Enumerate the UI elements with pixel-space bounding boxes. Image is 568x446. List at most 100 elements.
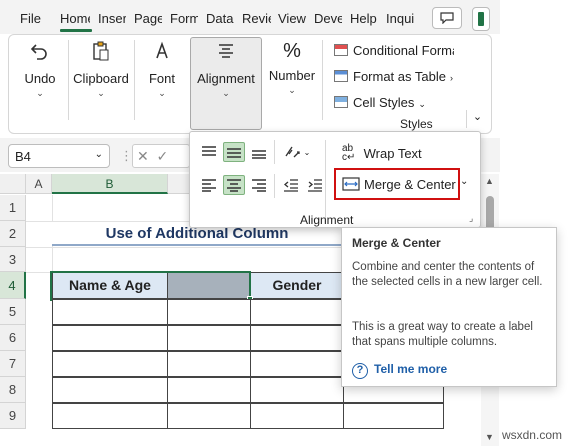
conditional-formatting-icon: [334, 44, 348, 56]
row-header-5[interactable]: 5: [0, 299, 26, 325]
tab-file[interactable]: File: [20, 11, 41, 26]
popup-divider: [274, 140, 275, 164]
table-cell[interactable]: [167, 325, 251, 351]
align-center-button[interactable]: [223, 175, 245, 195]
table-cell[interactable]: [250, 325, 344, 351]
table-cell[interactable]: [250, 299, 344, 325]
merge-center-button[interactable]: Merge & Center: [334, 168, 460, 200]
alignment-group-content[interactable]: Alignment ⌄: [190, 40, 262, 99]
column-header-b[interactable]: B: [52, 174, 168, 194]
clipboard-icon: [93, 41, 109, 61]
align-right-button[interactable]: [248, 175, 270, 195]
table-cell[interactable]: [52, 403, 168, 429]
tab-help[interactable]: Help: [350, 11, 380, 26]
bottom-align-button[interactable]: [248, 142, 270, 162]
share-icon: [478, 12, 484, 26]
table-cell[interactable]: [167, 403, 251, 429]
alignment-group-label: Alignment: [300, 213, 354, 227]
tab-inquire[interactable]: Inqui: [386, 11, 416, 26]
number-label: Number: [268, 68, 316, 83]
align-left-button[interactable]: [198, 175, 220, 195]
align-center-icon: [219, 44, 233, 58]
chevron-down-icon: ›: [449, 73, 453, 83]
merge-center-icon: [342, 177, 360, 194]
comments-button[interactable]: [432, 7, 462, 29]
decrease-indent-button[interactable]: [280, 175, 302, 195]
row-header-8[interactable]: 8: [0, 377, 26, 403]
dialog-launcher-icon[interactable]: ⌟: [469, 213, 473, 224]
row-header-6[interactable]: 6: [0, 325, 26, 351]
increase-indent-button[interactable]: [304, 175, 326, 195]
cell-styles-icon: [334, 96, 348, 108]
tab-formulas[interactable]: Form: [170, 11, 198, 26]
row-header-3[interactable]: 3: [0, 247, 26, 272]
table-cell[interactable]: [343, 403, 444, 429]
row-header-7[interactable]: 7: [0, 351, 26, 377]
table-cell[interactable]: [250, 377, 344, 403]
table-cell[interactable]: [52, 299, 168, 325]
align-center-icon: [227, 179, 241, 192]
tab-developer[interactable]: Deve: [314, 11, 342, 26]
format-as-table-button[interactable]: Format as Table ›: [334, 69, 453, 84]
cancel-icon[interactable]: ✕: [137, 148, 149, 164]
font-group[interactable]: Font ⌄: [140, 40, 184, 99]
tab-review[interactable]: Revie: [242, 11, 271, 26]
selection-outline: [50, 271, 251, 301]
formula-buttons[interactable]: ✕ ✓: [132, 144, 190, 168]
orientation-button[interactable]: ⌄: [282, 142, 312, 162]
header-gender[interactable]: Gender: [250, 272, 344, 299]
tell-me-more-link[interactable]: ? Tell me more: [352, 362, 447, 379]
align-right-icon: [252, 179, 266, 192]
table-cell[interactable]: [52, 325, 168, 351]
conditional-formatting-label: Conditional Formatting: [353, 43, 454, 58]
row-header-2[interactable]: 2: [0, 221, 26, 247]
select-all-corner[interactable]: [0, 174, 26, 194]
chevron-down-icon: ⌄: [288, 85, 296, 95]
ribbon-divider: [134, 40, 135, 120]
comment-icon: [440, 12, 454, 24]
column-header-a[interactable]: A: [26, 174, 52, 194]
table-cell[interactable]: [167, 377, 251, 403]
tab-data[interactable]: Data: [206, 11, 236, 26]
tab-insert[interactable]: Inser: [98, 11, 126, 26]
merge-center-tooltip: Merge & Center Combine and center the co…: [341, 227, 557, 387]
middle-align-button[interactable]: [223, 142, 245, 162]
enter-icon[interactable]: ✓: [157, 148, 169, 164]
table-cell[interactable]: [167, 351, 251, 377]
tab-page-layout[interactable]: Page: [134, 11, 162, 26]
tab-view[interactable]: View: [278, 11, 308, 26]
orientation-icon: [285, 146, 300, 158]
bottom-align-icon: [252, 150, 266, 159]
table-cell[interactable]: [167, 299, 251, 325]
tooltip-description: Combine and center the contents of the s…: [352, 261, 543, 288]
conditional-formatting-button[interactable]: Conditional Formatting: [334, 43, 454, 58]
column-header-c[interactable]: [168, 174, 190, 194]
watermark: wsxdn.com: [501, 428, 562, 442]
chevron-down-icon: ⌄: [158, 88, 166, 98]
table-cell[interactable]: [250, 351, 344, 377]
ribbon-divider: [68, 40, 69, 120]
tell-me-more-label: Tell me more: [374, 362, 448, 376]
wrap-text-button[interactable]: ab c↵ Wrap Text: [342, 144, 422, 163]
table-cell[interactable]: [52, 377, 168, 403]
cell-styles-button[interactable]: Cell Styles ⌄: [334, 95, 426, 110]
chevron-down-icon: ⌄: [222, 88, 230, 98]
tab-home[interactable]: Home: [60, 11, 90, 26]
scroll-up-icon[interactable]: ▲: [485, 176, 494, 186]
scroll-down-icon[interactable]: ▼: [485, 432, 494, 442]
top-align-button[interactable]: [198, 142, 220, 162]
ribbon-collapse-chevron-icon[interactable]: ⌄: [466, 110, 488, 128]
row-header-4[interactable]: 4: [0, 272, 26, 299]
table-cell[interactable]: [250, 403, 344, 429]
format-as-table-icon: [334, 70, 348, 82]
name-box[interactable]: B4 ⌄: [8, 144, 110, 168]
share-button[interactable]: [472, 7, 490, 31]
number-group[interactable]: % Number ⌄: [266, 40, 318, 96]
clipboard-group[interactable]: Clipboard ⌄: [70, 40, 132, 99]
merge-options-chevron-icon[interactable]: ⌄: [460, 176, 468, 187]
row-header-1[interactable]: 1: [0, 195, 26, 221]
undo-group[interactable]: Undo ⌄: [20, 40, 60, 99]
name-box-value: B4: [15, 149, 31, 164]
table-cell[interactable]: [52, 351, 168, 377]
row-header-9[interactable]: 9: [0, 403, 26, 429]
